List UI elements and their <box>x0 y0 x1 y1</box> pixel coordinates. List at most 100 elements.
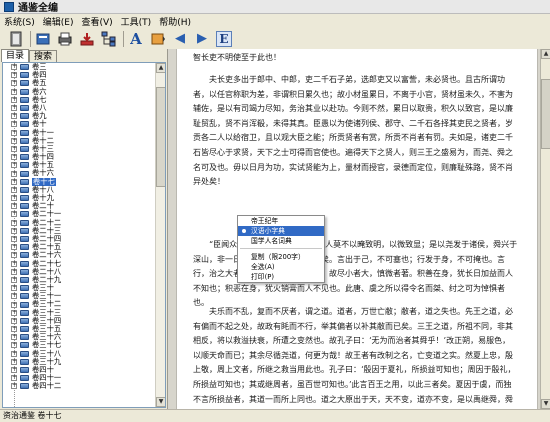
menu-view[interactable]: 查看(V) <box>79 15 118 28</box>
expand-icon[interactable]: + <box>11 178 17 185</box>
expand-icon[interactable]: + <box>11 113 17 120</box>
tree-scroll-thumb[interactable] <box>156 87 165 187</box>
expand-icon[interactable]: + <box>11 162 17 169</box>
tree-item[interactable]: + 卷三十一 <box>3 292 165 300</box>
expand-icon[interactable]: + <box>11 186 17 193</box>
book-icon[interactable] <box>8 31 24 47</box>
expand-icon[interactable]: + <box>11 358 17 365</box>
menu-edit[interactable]: 编辑(E) <box>41 15 80 28</box>
expand-icon[interactable]: + <box>11 383 17 390</box>
tree-item[interactable]: + 卷八 <box>3 103 165 112</box>
tree-item[interactable]: + 卷二十二 <box>3 218 165 227</box>
document-icon[interactable] <box>35 31 51 47</box>
tab-search[interactable]: 搜索 <box>29 50 58 62</box>
expand-icon[interactable]: + <box>11 260 17 267</box>
tree-item[interactable]: + 卷三十四 <box>3 316 165 325</box>
scroll-down-arrow-icon[interactable]: ▼ <box>541 399 550 409</box>
scroll-down-arrow-icon[interactable]: ▼ <box>156 397 165 407</box>
document-scrollbar[interactable]: ▲ ▼ <box>540 49 550 409</box>
tree-item[interactable]: + 卷二十四 <box>3 234 165 243</box>
tree-item[interactable]: + 卷三十二 <box>3 300 165 308</box>
tree-item[interactable]: + 卷二十九 <box>3 275 165 284</box>
expand-icon[interactable]: + <box>11 342 17 349</box>
expand-icon[interactable]: + <box>11 227 17 234</box>
tree-item[interactable]: + 卷三 <box>3 63 165 71</box>
tree-item[interactable]: + 卷十二 <box>3 136 165 145</box>
expand-icon[interactable]: + <box>11 375 17 382</box>
tree-item[interactable]: + 卷十四 <box>3 152 165 161</box>
expand-icon[interactable]: + <box>11 129 17 136</box>
expand-icon[interactable]: + <box>11 367 17 374</box>
tree-item[interactable]: + 卷四十一 <box>3 373 165 382</box>
menu-item-dynasty-calendar[interactable]: 帝王纪年 <box>238 216 324 226</box>
tree-item[interactable]: + 卷十三 <box>3 144 165 153</box>
expand-icon[interactable]: + <box>11 88 17 95</box>
tree-item[interactable]: + 卷十八 <box>3 185 165 194</box>
expand-icon[interactable]: + <box>11 203 17 210</box>
font-size-icon[interactable]: A <box>128 30 144 48</box>
expand-icon[interactable]: + <box>11 211 17 218</box>
menu-item-print[interactable]: 打印(P) <box>238 272 324 282</box>
expand-icon[interactable]: + <box>11 285 17 292</box>
tab-contents[interactable]: 目录 <box>1 49 30 62</box>
expand-icon[interactable]: + <box>11 309 17 316</box>
download-icon[interactable] <box>79 31 95 47</box>
menu-help[interactable]: 帮助(H) <box>157 15 197 28</box>
tree-item[interactable]: + 卷三十 <box>3 283 165 292</box>
menu-item-chinese-dictionary[interactable]: 汉语小字典 <box>238 226 324 236</box>
scroll-up-arrow-icon[interactable]: ▲ <box>541 49 550 59</box>
document-scroll-thumb[interactable] <box>541 79 550 149</box>
back-arrow-icon[interactable]: ◀ <box>172 31 188 47</box>
tree-item[interactable]: + 卷三十六 <box>3 332 165 341</box>
tree-item[interactable]: + 卷三十三 <box>3 308 165 317</box>
tree-item[interactable]: + 卷三十七 <box>3 341 165 349</box>
expand-icon[interactable]: + <box>11 219 17 226</box>
tree-scrollbar[interactable]: ▲ ▼ <box>155 63 165 407</box>
tree-item[interactable]: + 卷二十八 <box>3 267 165 276</box>
tree-item[interactable]: + 卷二十 <box>3 201 165 210</box>
tree-item[interactable]: + 卷四十 <box>3 365 165 374</box>
expand-icon[interactable]: + <box>11 276 17 283</box>
menu-item-name-dictionary[interactable]: 国学人名词典 <box>238 236 324 246</box>
tree-item[interactable]: + 卷九 <box>3 111 165 120</box>
expand-icon[interactable]: + <box>11 121 17 128</box>
tree-item[interactable]: + 卷三十五 <box>3 324 165 333</box>
tree-item[interactable]: + 卷十七 <box>3 177 165 186</box>
menu-item-select-all[interactable]: 全选(A) <box>238 262 324 272</box>
tree-item[interactable]: + 卷二十三 <box>3 226 165 235</box>
tree-item[interactable]: + 卷十六 <box>3 169 165 177</box>
bookmark-icon[interactable] <box>150 31 166 47</box>
expand-icon[interactable]: + <box>11 170 17 177</box>
expand-icon[interactable]: + <box>11 301 17 308</box>
tree-item[interactable]: + 卷二十五 <box>3 242 165 251</box>
expand-icon[interactable]: + <box>11 350 17 357</box>
expand-icon[interactable]: + <box>11 195 17 202</box>
tree-item[interactable]: + 卷十 <box>3 120 165 128</box>
expand-icon[interactable]: + <box>11 137 17 144</box>
expand-icon[interactable]: + <box>11 326 17 333</box>
tree-item[interactable]: + 卷五 <box>3 79 165 87</box>
tree-item[interactable]: + 卷十五 <box>3 161 165 169</box>
e-icon[interactable]: E <box>216 30 232 47</box>
menu-tools[interactable]: 工具(T) <box>119 15 158 28</box>
expand-icon[interactable]: + <box>11 72 17 79</box>
tree-icon[interactable] <box>101 31 117 47</box>
menu-item-copy[interactable]: 复制（限200字） <box>238 252 324 262</box>
expand-icon[interactable]: + <box>11 334 17 341</box>
tree-item[interactable]: + 卷二十六 <box>3 251 165 259</box>
forward-arrow-icon[interactable]: ▶ <box>194 31 210 47</box>
expand-icon[interactable]: + <box>11 268 17 275</box>
expand-icon[interactable]: + <box>11 236 17 243</box>
tree-item[interactable]: + 卷三十八 <box>3 349 165 358</box>
expand-icon[interactable]: + <box>11 293 17 300</box>
expand-icon[interactable]: + <box>11 145 17 152</box>
tree-item[interactable]: + 卷六 <box>3 87 165 96</box>
menu-system[interactable]: 系统(S) <box>2 15 41 28</box>
expand-icon[interactable]: + <box>11 105 17 112</box>
expand-icon[interactable]: + <box>11 96 17 103</box>
tree-item[interactable]: + 卷四十二 <box>3 382 165 390</box>
scroll-up-arrow-icon[interactable]: ▲ <box>156 63 165 73</box>
expand-icon[interactable]: + <box>11 80 17 87</box>
tree-item[interactable]: + 卷四 <box>3 70 165 79</box>
expand-icon[interactable]: + <box>11 244 17 251</box>
